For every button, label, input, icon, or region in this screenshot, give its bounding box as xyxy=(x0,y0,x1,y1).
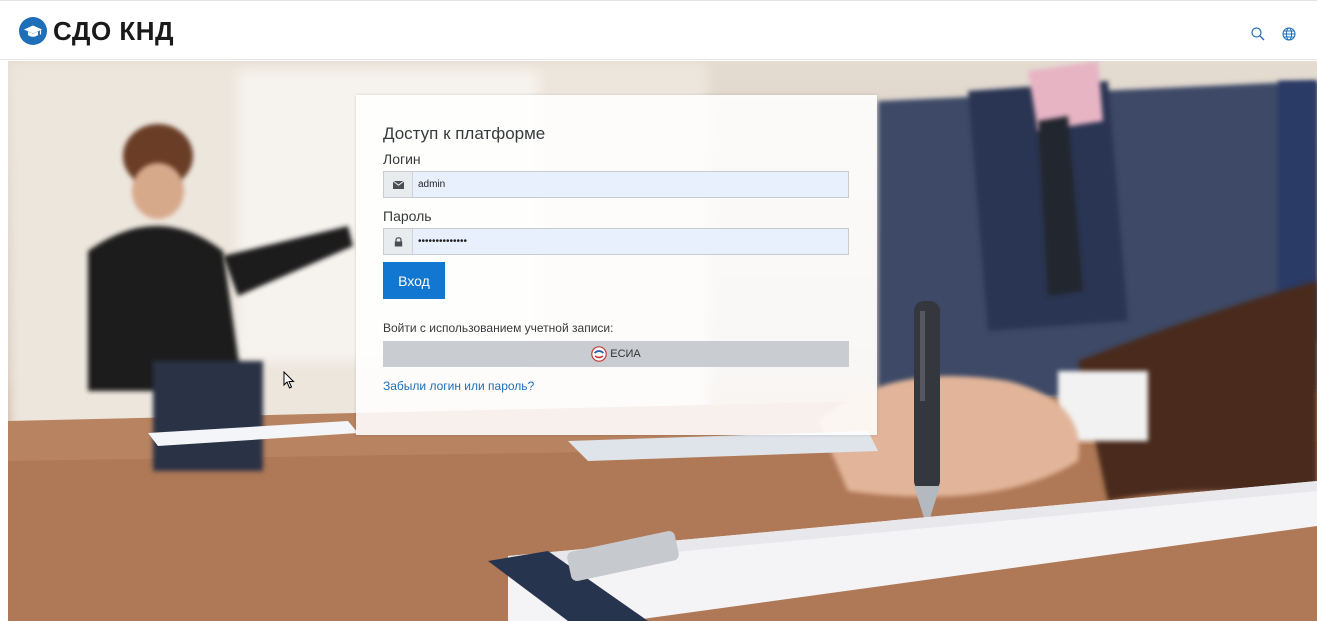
login-button[interactable]: Вход xyxy=(383,262,445,299)
esia-logo-icon xyxy=(591,346,608,362)
username-label: Логин xyxy=(383,151,421,167)
forgot-password-link[interactable]: Забыли логин или пароль? xyxy=(383,379,534,393)
mouse-cursor-icon xyxy=(283,371,295,389)
site-logo[interactable]: СДО КНД xyxy=(19,17,174,45)
alt-login-label: Войти с использованием учетной записи: xyxy=(383,321,614,335)
site-header: СДО КНД xyxy=(0,1,1317,60)
password-label: Пароль xyxy=(383,208,432,224)
search-icon[interactable] xyxy=(1250,26,1266,42)
esia-login-button[interactable]: ЕСИА xyxy=(383,341,849,367)
password-input[interactable] xyxy=(418,229,838,254)
password-field-wrapper xyxy=(383,228,849,255)
globe-icon[interactable] xyxy=(1281,26,1297,42)
lock-icon xyxy=(384,229,413,254)
site-name: СДО КНД xyxy=(53,16,175,46)
graduation-cap-icon xyxy=(19,17,47,45)
envelope-icon xyxy=(384,172,413,197)
login-panel: Доступ к платформе Логин Пароль Вход Вой… xyxy=(356,95,877,435)
username-field-wrapper xyxy=(383,171,849,198)
username-input[interactable] xyxy=(418,172,838,197)
esia-label: ЕСИА xyxy=(610,348,641,360)
login-title: Доступ к платформе xyxy=(383,124,546,143)
